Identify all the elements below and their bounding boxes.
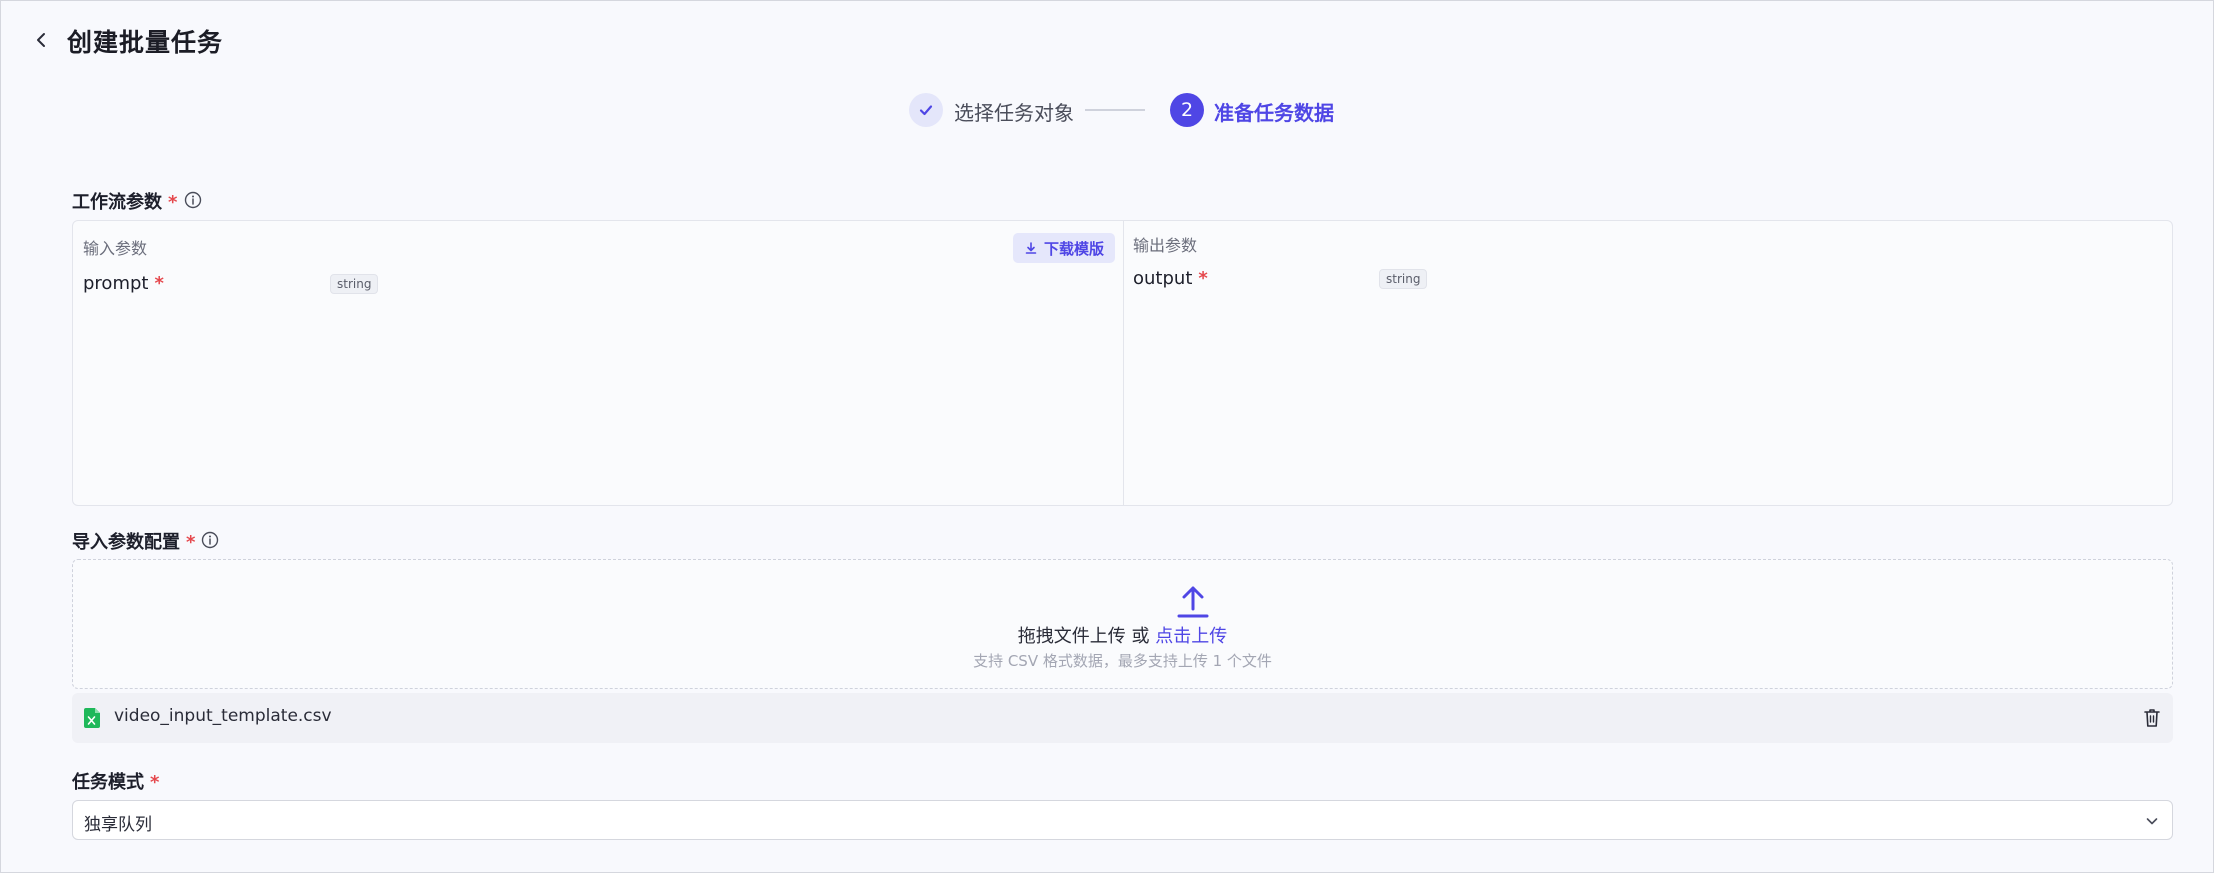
output-param-name: output *	[1133, 268, 1208, 289]
step-connector	[1085, 109, 1145, 111]
step-1-done-indicator	[909, 93, 943, 127]
upload-instruction: 拖拽文件上传 或 点击上传	[73, 622, 2172, 648]
import-config-label: 导入参数配置 *	[72, 528, 195, 554]
workflow-params-label-text: 工作流参数	[72, 192, 162, 213]
input-params-title: 输入参数	[83, 239, 148, 258]
page-title: 创建批量任务	[67, 28, 224, 57]
task-mode-label-text: 任务模式	[72, 772, 144, 793]
step-2-indicator: 2	[1170, 93, 1204, 127]
step-1-label: 选择任务对象	[954, 101, 1074, 125]
required-mark: *	[1198, 268, 1208, 289]
params-divider	[1123, 221, 1124, 505]
file-upload-dropzone[interactable]: 拖拽文件上传 或 点击上传 支持 CSV 格式数据，最多支持上传 1 个文件	[72, 559, 2173, 689]
stepper: 选择任务对象 2 准备任务数据	[1, 93, 2214, 127]
input-param-name: prompt *	[83, 273, 164, 294]
upload-icon	[1177, 586, 1209, 618]
required-mark: *	[168, 192, 178, 213]
workflow-params-label: 工作流参数 *	[72, 188, 177, 214]
required-mark: *	[154, 273, 164, 294]
info-icon[interactable]	[201, 531, 219, 549]
input-param-type-tag: string	[330, 274, 379, 294]
file-name: video_input_template.csv	[114, 706, 332, 726]
import-config-label-text: 导入参数配置	[72, 532, 180, 553]
task-mode-label: 任务模式 *	[72, 768, 159, 794]
download-icon	[1025, 242, 1037, 254]
csv-file-icon	[84, 708, 100, 728]
required-mark: *	[150, 772, 160, 793]
task-mode-selected-value: 独享队列	[84, 815, 152, 835]
input-param-prompt: prompt	[83, 273, 149, 294]
upload-hint: 支持 CSV 格式数据，最多支持上传 1 个文件	[973, 652, 1272, 670]
upload-drag-text: 拖拽文件上传 或	[1017, 626, 1156, 647]
page-frame: 创建批量任务 选择任务对象 2 准备任务数据 工作流参数 * 输入参数 下载模版 …	[0, 0, 2214, 873]
uploaded-file-item: video_input_template.csv	[72, 693, 2173, 743]
chevron-down-icon	[2146, 818, 2158, 825]
required-mark: *	[186, 532, 196, 553]
delete-icon[interactable]	[2143, 708, 2161, 728]
download-template-button[interactable]: 下载模版	[1013, 233, 1115, 263]
output-params-title: 输出参数	[1133, 236, 1198, 255]
task-mode-select[interactable]: 独享队列	[72, 800, 2173, 840]
check-icon	[919, 105, 933, 116]
output-param-type-tag: string	[1379, 269, 1428, 289]
step-2-label: 准备任务数据	[1214, 101, 1334, 125]
click-upload-link[interactable]: 点击上传	[1155, 626, 1227, 647]
download-template-label: 下载模版	[1043, 239, 1104, 258]
back-arrow-icon[interactable]	[31, 29, 53, 51]
workflow-params-panel: 输入参数 下载模版 prompt * string 输出参数 output * st…	[72, 220, 2173, 506]
info-icon[interactable]	[184, 191, 202, 209]
output-param-output: output	[1133, 268, 1193, 289]
